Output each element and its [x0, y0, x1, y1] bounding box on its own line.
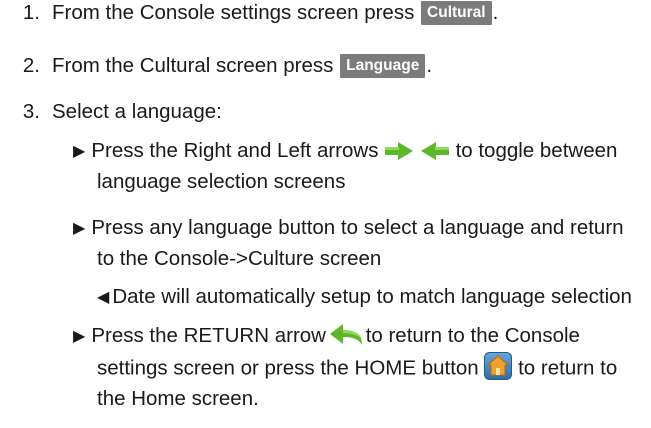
bullet-return-home-cont-2: the Home screen.: [97, 387, 259, 410]
step-number: 1.: [22, 1, 40, 24]
step-text: From the Console settings screen press: [52, 1, 415, 24]
return-arrow-icon: [328, 323, 366, 347]
home-icon: [484, 352, 513, 380]
bullet-toggle-arrows-cont: language selection screens: [97, 170, 346, 193]
bullet-marker-icon: ▶: [73, 328, 86, 345]
instruction-document: 1. From the Console settings screen pres…: [0, 0, 651, 428]
bullet-language-button: ▶ Press any language button to select a l…: [73, 216, 624, 239]
arrow-right-icon: [384, 141, 414, 160]
date-note: ◀ Date will automatically setup to match …: [97, 285, 632, 308]
bullet-toggle-arrows: ▶ Press the Right and Left arrows to togg…: [73, 139, 618, 162]
arrow-left-icon: [420, 141, 450, 160]
bullet-return-home-cont: settings screen or press the HOME button…: [97, 352, 617, 383]
step-number: 3.: [22, 100, 40, 123]
bullet-marker-icon: ▶: [73, 143, 86, 160]
language-button-label: Language: [340, 54, 426, 78]
bullet-language-button-cont: to the Console->Culture screen: [97, 247, 382, 270]
step-text: Select a language:: [52, 100, 222, 123]
step-text: From the Cultural screen press: [52, 54, 334, 77]
step-number: 2.: [22, 54, 40, 77]
bullet-marker-icon: ▶: [73, 220, 86, 237]
cultural-button-label: Cultural: [421, 1, 492, 25]
note-marker-icon: ◀: [97, 289, 110, 306]
bullet-return-home: ▶ Press the RETURN arrow to return to the…: [73, 323, 580, 347]
